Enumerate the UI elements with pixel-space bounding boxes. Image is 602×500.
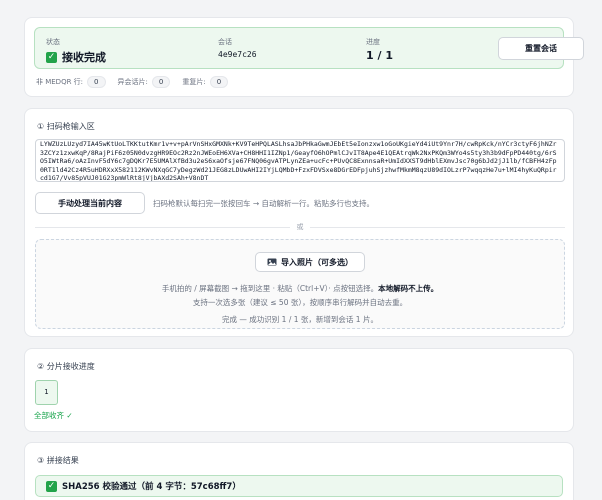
status-value: 接收完成 [62,51,106,64]
dropzone-instructions: 手机拍的 / 屏幕截图 → 拖到这里 · 粘贴（Ctrl+V）· 点按钮选择。本… [161,284,439,293]
process-current-button[interactable]: 手动处理当前内容 [35,192,145,214]
stat-duplicate: 重复片: 0 [182,76,229,88]
local-decode-note: 本地解码不上传。 [378,284,439,293]
stat-badge: 0 [209,76,229,88]
progress-group: 进度 1 / 1 [366,38,393,62]
dropzone-multi-note: 支持一次选多张（建议 ≤ 50 张），按顺序串行解码并自动去重。 [192,298,408,307]
chunks-card: ② 分片接收进度 1 全部收齐 ✓ [24,348,574,432]
or-separator: 或 [290,222,310,232]
decode-result: 完成 — 成功识别 1 / 1 张，新增到会话 1 片。 [222,315,378,324]
status-group: 状态 ✓ 接收完成 [46,38,106,65]
photo-dropzone[interactable]: 导入照片（可多选） 手机拍的 / 屏幕截图 → 拖到这里 · 粘贴（Ctrl+V… [35,239,565,329]
stat-badge: 0 [87,76,106,88]
stats-row: 非 MEDQR 行: 0 异会话片: 0 重复片: 0 [36,76,229,88]
session-group: 会话 4e9e7c26 [218,38,257,59]
chunks-section-title: ② 分片接收进度 [37,362,95,371]
chunk-cell: 1 [35,380,58,405]
stat-non-medqr: 非 MEDQR 行: 0 [36,76,106,88]
scanner-hint: 扫码枪默认每扫完一张按回车 → 自动解析一行。粘贴多行也支持。 [153,199,375,208]
image-icon [267,258,277,266]
progress-label: 进度 [366,38,380,46]
check-box-icon: ✓ [46,51,57,63]
scanner-input[interactable]: LYWZUzLUzyd7IA45wKtUoLTKKtutKmr1v+v+pArV… [35,139,565,182]
stat-badge: 0 [151,76,171,88]
sha-verify-bar: ✓ SHA256 校验通过（前 4 字节：57c68ff7） [35,475,563,497]
stat-foreign-session: 异会话片: 0 [118,76,171,88]
status-bar: 状态 ✓ 接收完成 会话 4e9e7c26 进度 1 / 1 重置会话 [34,27,584,69]
all-received-status: 全部收齐 ✓ [34,411,73,420]
session-id: 4e9e7c26 [218,50,257,59]
check-box-icon: ✓ [46,480,57,492]
status-label: 状态 [46,38,60,46]
scanner-card: ① 扫码枪输入区 LYWZUzLUzyd7IA45wKtUoLTKKtutKmr… [24,108,574,337]
scanner-section-title: ① 扫码枪输入区 [37,122,95,131]
result-card: ③ 拼接结果 ✓ SHA256 校验通过（前 4 字节：57c68ff7） [24,442,574,500]
import-photos-label: 导入照片（可多选） [281,257,353,267]
reset-session-button[interactable]: 重置会话 [498,37,584,60]
result-section-title: ③ 拼接结果 [37,456,79,465]
session-label: 会话 [218,38,232,46]
progress-value: 1 / 1 [366,49,393,62]
sha-verify-text: SHA256 校验通过（前 4 字节：57c68ff7） [62,482,241,492]
import-photos-button[interactable]: 导入照片（可多选） [255,252,365,272]
